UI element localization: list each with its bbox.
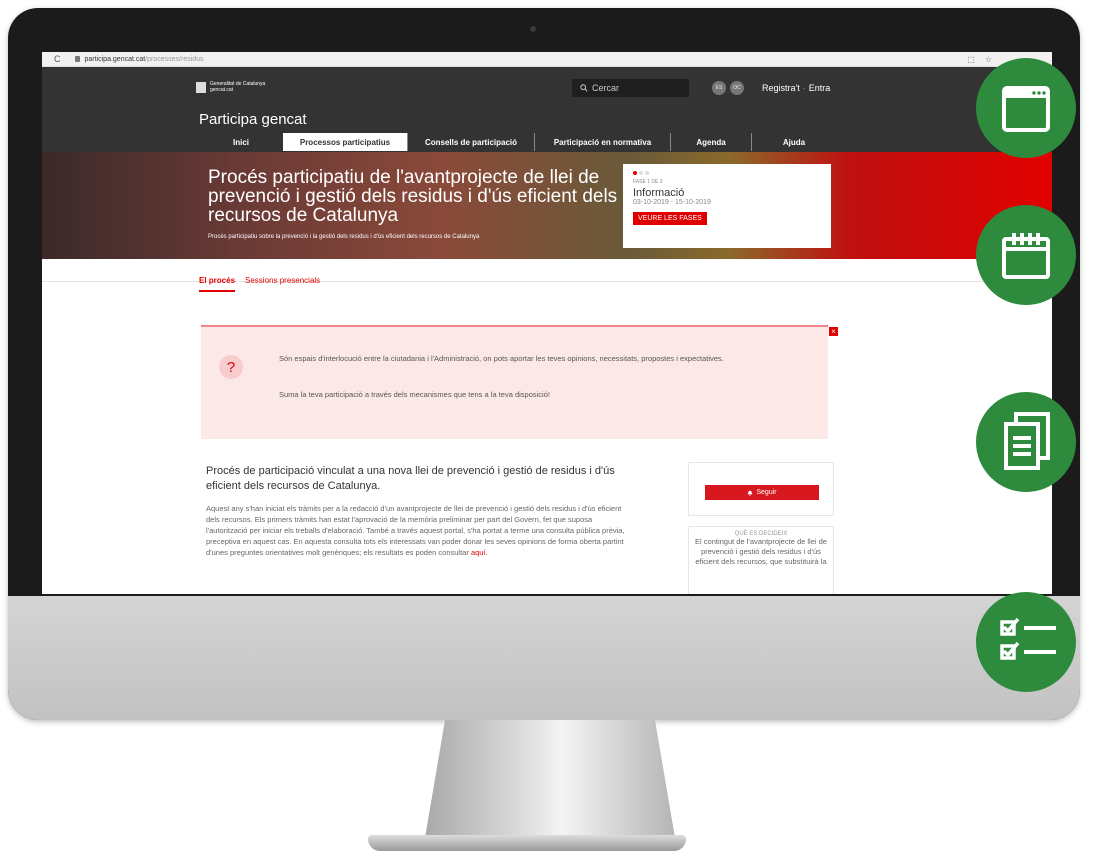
view-phases-button[interactable]: VEURE LES FASES — [633, 212, 707, 225]
gencat-logo-mark — [196, 81, 206, 93]
address-bar[interactable]: participa.gencat.cat/processes/residus — [85, 56, 204, 63]
follow-label: Seguir — [756, 489, 777, 496]
phase-card: FASE 1 DE 3 Informació 03-10-2019 - 15-1… — [623, 164, 831, 248]
bell-icon — [747, 490, 753, 496]
decide-box: QUÈ ES DECIDEIX El contingut de l'avantp… — [688, 526, 834, 594]
feature-circle-browser — [976, 58, 1076, 158]
close-icon[interactable]: × — [829, 327, 838, 336]
register-link[interactable]: Registra't — [762, 83, 800, 93]
phase-label: FASE 1 DE 3 — [633, 179, 663, 185]
imac-base — [368, 835, 686, 851]
search-input[interactable]: Cercar — [572, 79, 689, 97]
lock-icon — [74, 56, 80, 62]
lang-oc-button[interactable]: OC — [730, 81, 744, 95]
content-body-text: Aquest any s'han iniciat els tràmits per… — [206, 504, 625, 557]
info-notice: × ? Són espais d'interlocució entre la c… — [201, 325, 838, 439]
results-link[interactable]: aquí. — [471, 548, 488, 557]
hero-subtitle: Procés participatiu sobre la prevenció i… — [208, 234, 480, 240]
browser-chrome: C participa.gencat.cat/processes/residus… — [42, 52, 1052, 67]
logo-line2: gencat.cat — [210, 87, 234, 93]
feature-circle-calendar — [976, 205, 1076, 305]
nav-ajuda[interactable]: Ajuda — [751, 133, 836, 151]
site-name[interactable]: Participa gencat — [199, 111, 307, 128]
screen: C participa.gencat.cat/processes/residus… — [42, 52, 1052, 594]
login-link[interactable]: Entra — [809, 83, 831, 93]
content-body: Aquest any s'han iniciat els tràmits per… — [206, 503, 626, 558]
notice-text-1: Són espais d'interlocució entre la ciuta… — [279, 354, 724, 363]
feature-circle-documents — [976, 392, 1076, 492]
nav-inici[interactable]: Inici — [199, 133, 283, 151]
hero-banner: Procés participatiu de l'avantprojecte d… — [42, 152, 1052, 259]
follow-box: Seguir — [688, 462, 834, 516]
decide-text: El contingut de l'avantprojecte de llei … — [695, 537, 827, 566]
search-icon — [580, 84, 588, 92]
imac-neck — [425, 720, 675, 838]
nav-processos[interactable]: Processos participatius — [283, 133, 407, 151]
nav-normativa[interactable]: Participació en normativa — [534, 133, 670, 151]
translate-icon[interactable]: ⬚ — [967, 55, 975, 64]
feature-circle-checklist — [976, 592, 1076, 692]
auth-separator: · — [802, 83, 806, 93]
imac-chin — [8, 596, 1080, 720]
browser-window-icon — [1002, 86, 1050, 132]
camera — [530, 26, 536, 32]
nav-agenda[interactable]: Agenda — [670, 133, 751, 151]
url-domain: participa.gencat.cat — [84, 55, 146, 63]
phase-dots — [633, 171, 821, 175]
process-subtabs: El procés Sessions presencials — [199, 276, 320, 292]
main-nav: Inici Processos participatius Consells d… — [199, 133, 836, 151]
auth-links: Registra't · Entra — [762, 83, 830, 93]
phase-dates: 03-10-2019 - 15-10-2019 — [633, 199, 711, 206]
calendar-icon — [1002, 233, 1050, 279]
phase-title: Informació — [633, 187, 685, 199]
hero-title: Procés participatiu de l'avantprojecte d… — [208, 167, 618, 226]
subtabs-divider — [42, 281, 1052, 282]
subtab-el-proces[interactable]: El procés — [199, 276, 236, 292]
follow-button[interactable]: Seguir — [705, 485, 819, 500]
question-icon: ? — [219, 355, 243, 379]
reload-icon[interactable]: C — [54, 54, 61, 64]
url-path: /processes/residus — [145, 55, 204, 63]
documents-icon — [1004, 412, 1050, 470]
subtab-sessions[interactable]: Sessions presencials — [245, 276, 320, 292]
gencat-logo[interactable]: Generalitat de Catalunya gencat.cat — [196, 81, 265, 93]
content-title: Procés de participació vinculat a una no… — [206, 465, 615, 492]
gencat-logo-text: Generalitat de Catalunya gencat.cat — [210, 81, 265, 93]
nav-consells[interactable]: Consells de participació — [407, 133, 534, 151]
lang-es-button[interactable]: ES — [712, 81, 726, 95]
search-placeholder: Cercar — [592, 83, 620, 93]
notice-text-2: Suma la teva participació a través dels … — [279, 390, 550, 399]
checklist-icon — [1000, 617, 1056, 660]
